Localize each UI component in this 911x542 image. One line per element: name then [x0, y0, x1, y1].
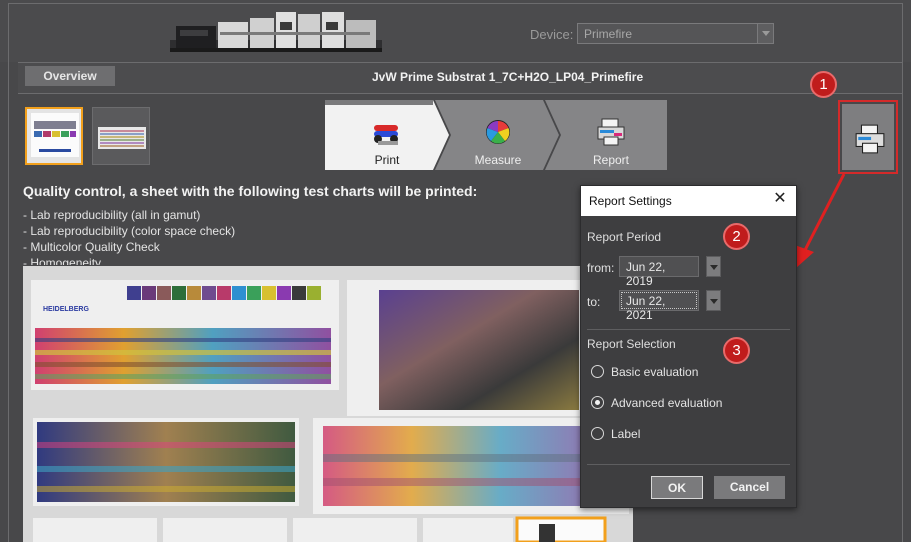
test-chart-preview: HEIDELBERG [23, 266, 633, 542]
annotation-badge-3: 3 [723, 337, 750, 364]
to-date-dropdown-icon[interactable] [706, 290, 721, 311]
divider [587, 464, 790, 465]
color-swatch [232, 286, 246, 300]
color-swatch [217, 286, 231, 300]
radio-label: Basic evaluation [611, 365, 699, 379]
step-measure-label: Measure [474, 153, 522, 167]
from-date-dropdown-icon[interactable] [706, 256, 721, 277]
job-title: JvW Prime Substrat 1_7C+H2O_LP04_Primefi… [372, 70, 644, 84]
color-swatch [247, 286, 261, 300]
device-select[interactable]: Primefire [577, 23, 774, 44]
color-swatch [292, 286, 306, 300]
from-label: from: [587, 261, 615, 275]
qc-item: - Lab reproducibility (color space check… [23, 224, 236, 238]
color-swatch [187, 286, 201, 300]
job-title-bar: Overview JvW Prime Substrat 1_7C+H2O_LP0… [18, 62, 903, 94]
report-period-label: Report Period [587, 230, 662, 244]
header-bar: Device: Primefire [0, 0, 911, 62]
color-swatch [277, 286, 291, 300]
annotation-badge-1: 1 [810, 71, 837, 98]
ok-button[interactable]: OK [651, 476, 703, 499]
color-swatch [172, 286, 186, 300]
color-swatch [202, 286, 216, 300]
press-machine-image [170, 12, 382, 52]
cancel-button[interactable]: Cancel [714, 476, 785, 499]
color-swatch [157, 286, 171, 300]
qc-item: - Homogeneity [23, 256, 102, 265]
sheet-thumbnail-2[interactable] [92, 107, 150, 165]
print-report-icon [855, 124, 885, 154]
thumbnail-preview-2 [96, 111, 148, 163]
radio-button[interactable] [591, 427, 604, 440]
workflow-steps: Print Measure Report [325, 100, 667, 170]
step-print[interactable]: Print [325, 100, 449, 170]
radio-label: Advanced evaluation [611, 396, 723, 410]
qc-item: - Multicolor Quality Check [23, 240, 160, 254]
report-selection-label: Report Selection [587, 337, 676, 351]
to-label: to: [587, 295, 601, 309]
device-select-value: Primefire [584, 27, 633, 41]
dialog-title: Report Settings [581, 186, 796, 216]
device-label: Device: [530, 27, 574, 42]
print-rollers-icon [374, 125, 398, 145]
chevron-down-icon[interactable] [757, 24, 773, 43]
color-swatch [127, 286, 141, 300]
to-date-field[interactable]: Jun 22, 2021 [619, 290, 699, 322]
print-report-button-face [842, 104, 894, 170]
step-report-label: Report [592, 153, 630, 167]
step-report[interactable]: Report [555, 100, 667, 170]
color-swatch [262, 286, 276, 300]
overview-button[interactable]: Overview [25, 66, 115, 86]
print-report-button[interactable] [838, 100, 898, 174]
step-measure[interactable]: Measure [437, 100, 559, 170]
qc-title: Quality control, a sheet with the follow… [23, 183, 478, 199]
radio-label: Label [611, 427, 641, 441]
color-swatch [307, 286, 321, 300]
qc-item: - Lab reproducibility (all in gamut) [23, 208, 201, 222]
close-icon[interactable]: ✕ [772, 191, 788, 207]
qc-list: - Lab reproducibility (all in gamut) - L… [23, 207, 235, 265]
annotation-badge-2: 2 [723, 223, 750, 250]
color-wheel-icon [486, 120, 510, 144]
radio-button[interactable] [591, 365, 604, 378]
app-window: Device: Primefire Overview JvW Prime Sub… [0, 0, 911, 542]
thumbnail-preview-1 [31, 113, 79, 157]
from-date-field[interactable]: Jun 22, 2019 [619, 256, 699, 288]
report-settings-dialog: Report Settings ✕ Report Period from: Ju… [580, 185, 797, 508]
step-print-label: Print [374, 153, 400, 167]
report-printer-icon [597, 118, 625, 146]
sheet-thumbnail-1[interactable] [25, 107, 83, 165]
brand-text: HEIDELBERG [43, 306, 89, 313]
test-chart-image: HEIDELBERG [23, 266, 633, 542]
radio-button[interactable] [591, 396, 604, 409]
color-swatch [142, 286, 156, 300]
divider [587, 329, 790, 330]
